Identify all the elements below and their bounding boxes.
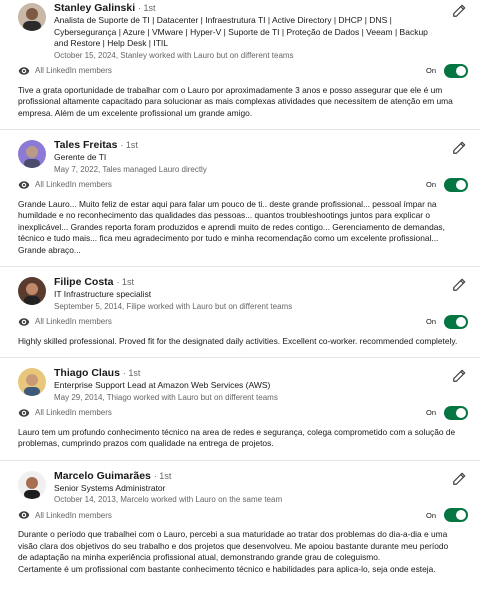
visibility-toggle[interactable] <box>444 508 468 522</box>
avatar[interactable] <box>18 140 46 168</box>
recommendation-card: Thiago Claus · 1st Enterprise Support Le… <box>0 357 480 460</box>
recommendation-text: Grande Lauro... Muito feliz de estar aqu… <box>18 199 468 257</box>
connection-degree: · 1st <box>116 277 134 287</box>
connection-degree: · 1st <box>138 3 156 13</box>
recommender-headline: Enterprise Support Lead at Amazon Web Se… <box>54 380 271 390</box>
recommender-name[interactable]: Tales Freitas <box>54 139 117 151</box>
recommender-headline: Gerente de TI <box>54 152 107 162</box>
eye-icon <box>18 317 30 326</box>
toggle-label: On <box>425 180 436 189</box>
recommendation-text: Tive a grata oportunidade de trabalhar c… <box>18 85 468 120</box>
recommendation-text: Highly skilled professional. Proved fit … <box>18 336 468 348</box>
recommendation-card: Filipe Costa · 1st IT Infrastructure spe… <box>0 266 480 357</box>
avatar[interactable] <box>18 470 46 499</box>
visibility-toggle[interactable] <box>444 63 468 78</box>
visibility-label: All LinkedIn members <box>35 180 112 189</box>
recommendation-date: May 7, 2022, Tales managed Lauro directl… <box>54 164 207 174</box>
recommendation-paragraph: Grande Lauro... Muito feliz de estar aqu… <box>18 198 445 255</box>
avatar[interactable] <box>18 368 46 396</box>
pencil-icon[interactable] <box>452 472 466 486</box>
recommendation-date: October 15, 2024, Stanley worked with La… <box>54 50 294 60</box>
pencil-icon[interactable] <box>452 369 466 383</box>
visibility-label: All LinkedIn members <box>35 66 112 75</box>
pencil-icon[interactable] <box>452 4 466 18</box>
recommendation-paragraph: Highly skilled professional. Proved fit … <box>18 335 458 346</box>
recommendation-paragraph: Durante o período que trabalhei com o La… <box>18 529 449 562</box>
recommendation-date: October 14, 2013, Marcelo worked with La… <box>54 495 283 504</box>
eye-icon <box>18 408 30 417</box>
eye-icon <box>18 66 30 75</box>
recommendation-date: September 5, 2014, Filipe worked with La… <box>54 301 293 311</box>
recommender-name[interactable]: Thiago Claus <box>54 367 120 379</box>
connection-degree: · 1st <box>122 368 141 378</box>
toggle-label: On <box>425 510 436 520</box>
connection-degree: · 1st <box>153 470 172 481</box>
recommender-headline: Senior Systems Administrator <box>54 482 166 493</box>
connection-degree: · 1st <box>120 140 138 150</box>
recommendation-card: Marcelo Guimarães · 1st Senior Systems A… <box>0 459 480 586</box>
recommender-name[interactable]: Marcelo Guimarães <box>54 470 151 482</box>
recommender-headline: Analista de Suporte de TI | Datacenter |… <box>54 15 428 48</box>
avatar[interactable] <box>18 3 46 31</box>
toggle-label: On <box>425 408 436 417</box>
recommendation-paragraph: Lauro tem um profundo conhecimento técni… <box>18 426 456 449</box>
recommendation-paragraph: Certamente é um profissional com bastant… <box>18 563 436 574</box>
recommendation-card: Stanley Galinski · 1st Analista de Supor… <box>0 0 480 129</box>
visibility-toggle[interactable] <box>444 405 468 420</box>
recommendation-paragraph: Tive a grata oportunidade de trabalhar c… <box>18 84 453 118</box>
recommendation-card: Tales Freitas · 1st Gerente de TI May 7,… <box>0 129 480 266</box>
visibility-toggle[interactable] <box>444 314 468 329</box>
eye-icon <box>18 180 30 189</box>
recommendation-text: Lauro tem um profundo conhecimento técni… <box>18 427 468 450</box>
recommender-name[interactable]: Stanley Galinski <box>54 2 135 14</box>
toggle-label: On <box>425 317 436 326</box>
recommendation-date: May 29, 2014, Thiago worked with Lauro b… <box>54 392 278 402</box>
recommender-name[interactable]: Filipe Costa <box>54 276 114 288</box>
visibility-label: All LinkedIn members <box>35 408 112 417</box>
pencil-icon[interactable] <box>452 141 466 155</box>
eye-icon <box>18 511 30 519</box>
visibility-toggle[interactable] <box>444 177 468 192</box>
pencil-icon[interactable] <box>452 278 466 292</box>
visibility-label: All LinkedIn members <box>35 317 112 326</box>
toggle-label: On <box>425 66 436 75</box>
avatar[interactable] <box>18 277 46 305</box>
recommendation-text: Durante o período que trabalhei com o La… <box>18 529 468 575</box>
visibility-label: All LinkedIn members <box>35 510 112 520</box>
recommender-headline: IT Infrastructure specialist <box>54 289 152 299</box>
